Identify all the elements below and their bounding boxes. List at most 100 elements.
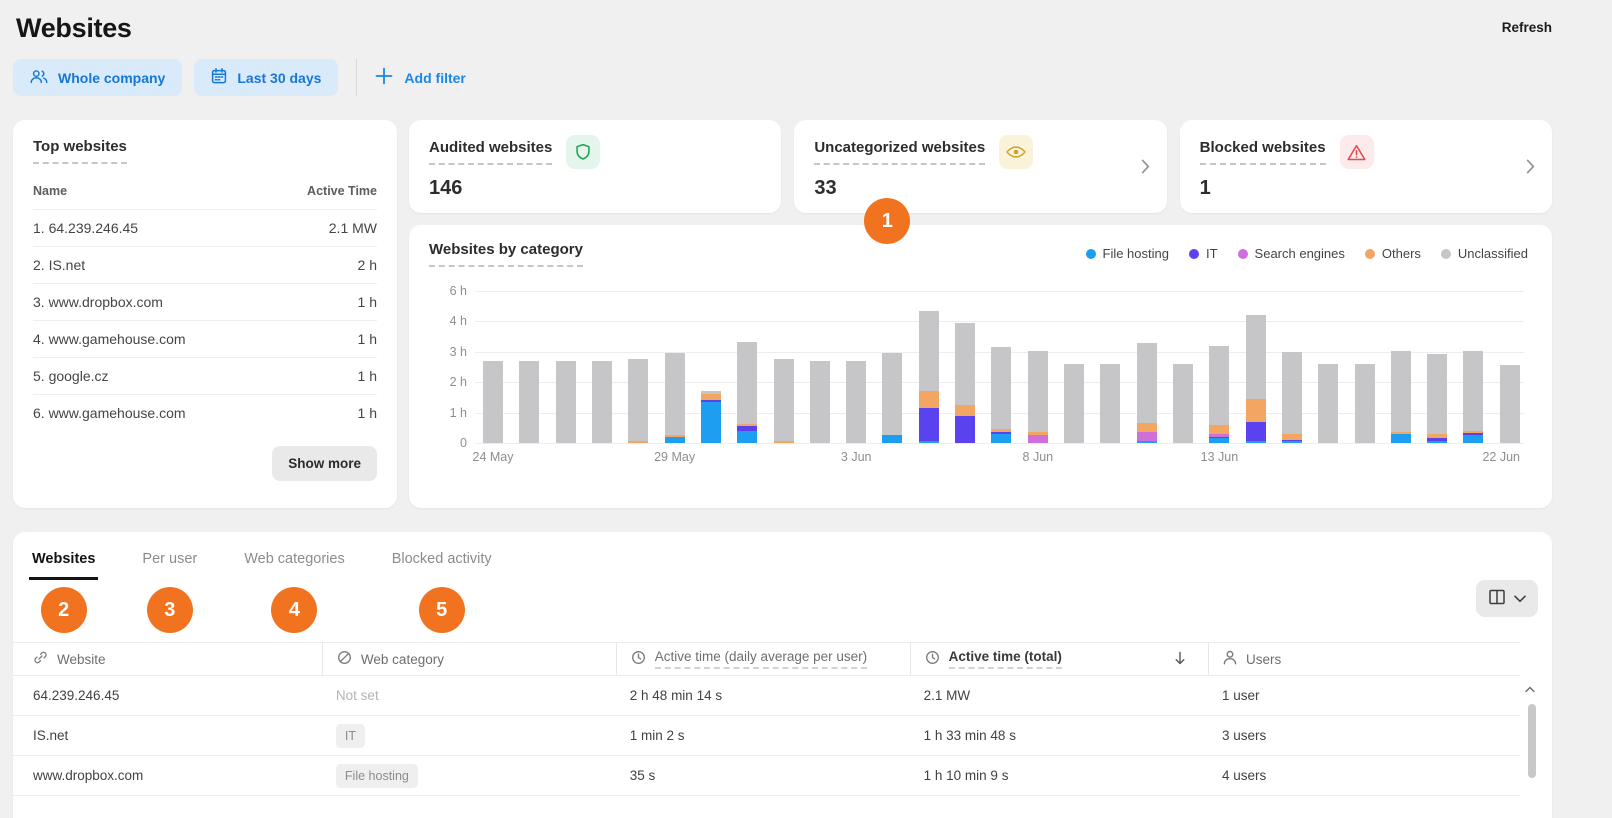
- audited-websites-title: Audited websites: [429, 139, 552, 165]
- chart-bar: [1282, 352, 1302, 443]
- chevron-right-icon[interactable]: [1141, 159, 1150, 179]
- bar-segment: [1463, 351, 1483, 432]
- top-website-time: 2 h: [358, 257, 377, 273]
- chart-bar: [1209, 346, 1229, 443]
- bar-segment: [1137, 423, 1157, 432]
- plus-icon: [375, 67, 393, 88]
- legend-label: File hosting: [1103, 246, 1169, 261]
- legend-item[interactable]: Unclassified: [1441, 246, 1528, 261]
- sort-arrow-down-icon[interactable]: [1174, 651, 1186, 668]
- chart-bar: [919, 311, 939, 443]
- column-settings-button[interactable]: [1476, 580, 1538, 617]
- clock-icon: [631, 650, 646, 668]
- chart-bar: [701, 391, 721, 443]
- column-header-active-time-daily-average-per-user[interactable]: Active time (daily average per user): [616, 643, 910, 675]
- top-website-row: 3. www.dropbox.com1 h: [33, 283, 377, 320]
- tab-websites[interactable]: Websites2: [32, 551, 95, 580]
- uncategorized-websites-value: 33: [814, 177, 1146, 200]
- blocked-websites-card[interactable]: Blocked websites 1: [1180, 120, 1552, 213]
- chart-bar: [556, 361, 576, 443]
- cell-website: 64.239.246.45: [13, 688, 322, 703]
- eye-icon: [999, 135, 1033, 169]
- bar-segment: [919, 391, 939, 408]
- bar-segment: [1209, 425, 1229, 434]
- tab-web-categories[interactable]: Web categories4: [244, 551, 344, 580]
- company-scope-filter[interactable]: Whole company: [13, 59, 182, 96]
- company-scope-label: Whole company: [58, 70, 165, 86]
- chart-bar: [1028, 351, 1048, 443]
- tab-bar: Websites2 Per user3 Web categories4 Blocked…: [13, 532, 1552, 580]
- table-scrollbar[interactable]: [1525, 678, 1539, 818]
- chart-bar: [1355, 364, 1375, 443]
- top-website-row: 2. IS.net 2 h: [33, 246, 377, 283]
- chevron-right-icon[interactable]: [1526, 159, 1535, 179]
- chart-bar: [1391, 351, 1411, 443]
- legend-item[interactable]: IT: [1189, 246, 1218, 261]
- tab-blocked-activity[interactable]: Blocked activity5: [392, 551, 492, 580]
- legend-item[interactable]: Others: [1365, 246, 1421, 261]
- column-header-website[interactable]: Website: [13, 643, 322, 675]
- top-website-name: 4. www.gamehouse.com: [33, 331, 186, 347]
- bar-segment: [919, 311, 939, 392]
- column-header-web-category[interactable]: Web category: [322, 643, 616, 675]
- top-websites-card: Top websites Name Active Time 1. 64.239.…: [13, 120, 397, 508]
- chart-bar: [882, 353, 902, 443]
- table-row[interactable]: IS.netIT1 min 2 s1 h 33 min 48 s3 users: [13, 716, 1520, 756]
- legend-item[interactable]: File hosting: [1086, 246, 1169, 261]
- audited-websites-card[interactable]: Audited websites 146: [409, 120, 781, 213]
- date-range-filter[interactable]: Last 30 days: [194, 59, 338, 96]
- audited-websites-value: 146: [429, 177, 761, 200]
- top-website-time: 2.1 MW: [329, 220, 377, 236]
- annotation-badge-1: 1: [864, 198, 910, 244]
- cell-active-time-total: 1 h 10 min 9 s: [910, 768, 1208, 783]
- y-axis-tick: 0: [429, 436, 467, 450]
- shield-icon: [566, 135, 600, 169]
- scrollbar-thumb[interactable]: [1528, 704, 1536, 778]
- bar-segment: [1209, 346, 1229, 425]
- bar-segment: [1246, 422, 1266, 442]
- legend-dot: [1365, 249, 1375, 259]
- stacked-bar-chart: 6 h4 h3 h2 h1 h0: [429, 291, 1528, 443]
- cell-active-time-daily-avg: 35 s: [616, 768, 910, 783]
- category-value: Not set: [336, 688, 379, 703]
- annotation-badge-2: 2: [41, 587, 87, 633]
- table-header-row: WebsiteWeb categoryActive time (daily av…: [13, 642, 1520, 676]
- top-websites-list: 1. 64.239.246.452.1 MW 2. IS.net 2 h 3. www…: [33, 209, 377, 431]
- bar-segment: [628, 359, 648, 441]
- websites-table-card: Websites2 Per user3 Web categories4 Blocked…: [13, 532, 1552, 818]
- bar-segment: [1246, 315, 1266, 399]
- legend-label: Search engines: [1255, 246, 1345, 261]
- column-header-active-time-total[interactable]: Active time (total): [910, 643, 1208, 675]
- table-row[interactable]: 64.239.246.45Not set2 h 48 min 14 s2.1 M…: [13, 676, 1520, 716]
- uncategorized-websites-card[interactable]: Uncategorized websites 33: [794, 120, 1166, 213]
- tab-per-user[interactable]: Per user3: [142, 551, 197, 580]
- top-website-name: 3. www.dropbox.com: [33, 294, 163, 310]
- cell-users: 4 users: [1208, 768, 1520, 783]
- column-header-users[interactable]: Users: [1208, 643, 1520, 675]
- chart-bar: [628, 359, 648, 443]
- scrollbar-up-icon[interactable]: [1525, 680, 1539, 698]
- legend-dot: [1238, 249, 1248, 259]
- x-axis-tick: 13 Jun: [1201, 450, 1239, 464]
- refresh-button[interactable]: Refresh: [1502, 20, 1552, 35]
- top-website-row: 1. 64.239.246.452.1 MW: [33, 209, 377, 246]
- chart-bar: [519, 361, 539, 443]
- add-filter-button[interactable]: Add filter: [375, 67, 465, 88]
- chart-bar: [1246, 315, 1266, 443]
- top-websites-col-time: Active Time: [307, 184, 377, 198]
- link-icon: [33, 650, 48, 668]
- annotation-badge-4: 4: [271, 587, 317, 633]
- top-bar: Websites Refresh: [13, 0, 1552, 44]
- top-websites-title: Top websites: [33, 138, 127, 164]
- table-row[interactable]: www.dropbox.comFile hosting35 s1 h 10 mi…: [13, 756, 1520, 796]
- show-more-button[interactable]: Show more: [272, 446, 377, 481]
- bar-segment: [1463, 435, 1483, 443]
- legend-item[interactable]: Search engines: [1238, 246, 1345, 261]
- top-website-name: 2. IS.net: [33, 257, 85, 273]
- legend-label: IT: [1206, 246, 1218, 261]
- chart-title: Websites by category: [429, 241, 583, 267]
- y-axis-tick: 3 h: [429, 345, 467, 359]
- bar-segment: [882, 435, 902, 443]
- cell-users: 3 users: [1208, 728, 1520, 743]
- date-range-label: Last 30 days: [237, 70, 321, 86]
